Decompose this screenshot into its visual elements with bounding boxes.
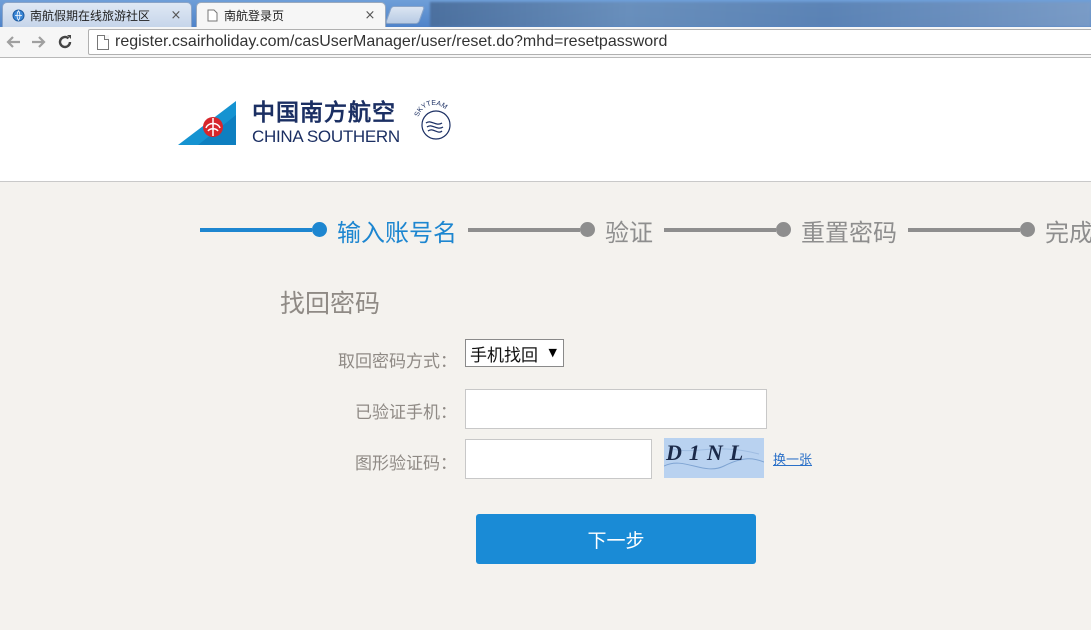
step-connector: [200, 228, 312, 232]
phone-label: 已验证手机：: [355, 403, 457, 423]
browser-tab-holiday[interactable]: 南航假期在线旅游社区 ×: [2, 2, 192, 27]
back-arrow-icon[interactable]: [0, 29, 26, 55]
browser-tab-title: 南航假期在线旅游社区: [30, 8, 151, 23]
page-icon: [205, 8, 219, 22]
refresh-captcha-link[interactable]: 换一张: [773, 449, 812, 468]
svg-text:SKYTEAM: SKYTEAM: [414, 100, 449, 118]
captcha-input[interactable]: [465, 439, 652, 479]
site-header: 中国南方航空 CHINA SOUTHERN SKYTEAM: [0, 58, 1091, 182]
captcha-label: 图形验证码：: [355, 454, 457, 474]
step-reset-password: 重置密码: [801, 219, 897, 247]
recovery-method-select[interactable]: 手机找回 ▼: [465, 339, 564, 367]
forward-arrow-icon[interactable]: [26, 29, 52, 55]
logo-chinese-name: 中国南方航空: [252, 99, 396, 126]
dropdown-arrow-icon: ▼: [548, 346, 557, 359]
step-connector: [468, 228, 580, 232]
step-complete: 完成: [1045, 219, 1091, 247]
close-icon[interactable]: ×: [363, 8, 377, 23]
kapok-logo-icon: [178, 101, 236, 145]
browser-tab-title: 南航登录页: [224, 8, 285, 23]
method-label: 取回密码方式：: [338, 352, 457, 372]
browser-tab-login[interactable]: 南航登录页 ×: [196, 2, 386, 27]
recovery-method-value: 手机找回: [470, 345, 538, 366]
step-dot: [1020, 222, 1035, 237]
logo-english-name: CHINA SOUTHERN: [252, 126, 400, 146]
step-connector: [664, 228, 776, 232]
step-dot: [580, 222, 595, 237]
step-enter-account: 输入账号名: [337, 219, 457, 247]
taskbar-blur: [430, 2, 1091, 27]
browser-toolbar: register.csairholiday.com/casUserManager…: [0, 27, 1091, 58]
step-dot: [776, 222, 791, 237]
address-bar[interactable]: register.csairholiday.com/casUserManager…: [88, 29, 1091, 55]
skyteam-logo-icon: SKYTEAM: [414, 100, 451, 140]
globe-icon: [11, 8, 25, 22]
page-icon: [97, 34, 109, 50]
captcha-image[interactable]: D1NL: [664, 438, 764, 478]
address-url: register.csairholiday.com/casUserManager…: [115, 33, 668, 50]
step-verify: 验证: [605, 219, 653, 247]
step-connector: [908, 228, 1020, 232]
captcha-characters: D1NL: [666, 440, 751, 465]
page-title: 找回密码: [280, 289, 381, 318]
next-step-button[interactable]: 下一步: [476, 514, 756, 564]
reload-icon[interactable]: [52, 29, 78, 55]
step-dot-active: [312, 222, 327, 237]
progress-stepper: 输入账号名 验证 重置密码 完成: [200, 210, 1091, 250]
new-tab-button[interactable]: [384, 6, 426, 24]
close-icon[interactable]: ×: [169, 8, 183, 23]
phone-input[interactable]: [465, 389, 767, 429]
china-southern-logo[interactable]: 中国南方航空 CHINA SOUTHERN SKYTEAM: [178, 99, 458, 146]
browser-tab-strip: 南航假期在线旅游社区 × 南航登录页 ×: [0, 0, 1091, 27]
